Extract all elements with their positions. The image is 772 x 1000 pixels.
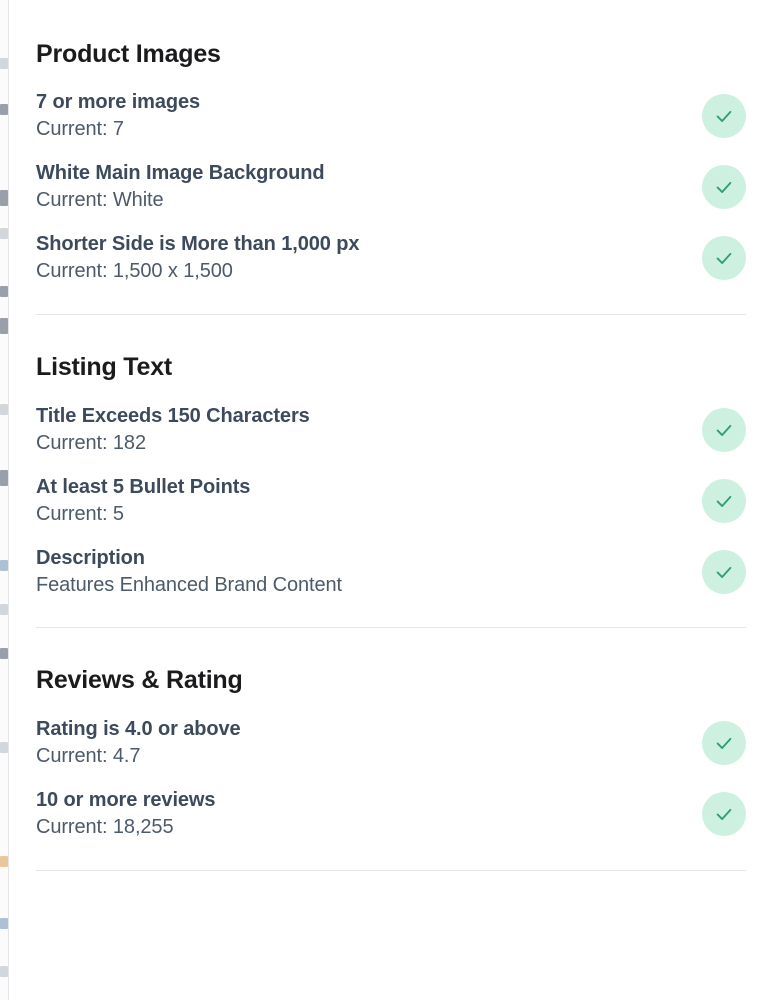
clipped-adjacent-panel (0, 0, 9, 1000)
status-badge-pass (702, 236, 746, 280)
rule-title: Title Exceeds 150 Characters (36, 405, 310, 427)
section-divider (36, 870, 746, 871)
rule-current: Current: 182 (36, 432, 146, 454)
rule-text: At least 5 Bullet Points Current: 5 (36, 474, 250, 528)
rule-title: 10 or more reviews (36, 789, 216, 811)
checklist-rule[interactable]: Shorter Side is More than 1,000 px Curre… (36, 231, 746, 285)
rule-current: Current: 18,255 (36, 816, 174, 838)
rule-text: Shorter Side is More than 1,000 px Curre… (36, 231, 359, 285)
checklist-rule[interactable]: Rating is 4.0 or above Current: 4.7 (36, 716, 746, 770)
rule-current: Current: 4.7 (36, 745, 141, 767)
rule-title: 7 or more images (36, 91, 201, 113)
status-badge-pass (702, 165, 746, 209)
rule-title: Description (36, 547, 145, 569)
check-icon (716, 808, 732, 820)
status-badge-pass (702, 792, 746, 836)
checklist-rule[interactable]: 10 or more reviews Current: 18,255 (36, 787, 746, 841)
section-heading: Reviews & Rating (36, 666, 243, 694)
check-icon (716, 252, 732, 264)
section-heading: Product Images (36, 40, 221, 68)
rule-text: Title Exceeds 150 Characters Current: 18… (36, 403, 310, 457)
rule-current: Current: 1,500 x 1,500 (36, 260, 233, 282)
rule-text: Rating is 4.0 or above Current: 4.7 (36, 716, 241, 770)
rule-title: At least 5 Bullet Points (36, 476, 251, 498)
status-badge-pass (702, 94, 746, 138)
checklist-rule[interactable]: Title Exceeds 150 Characters Current: 18… (36, 403, 746, 457)
rule-title: Rating is 4.0 or above (36, 718, 241, 740)
check-icon (716, 566, 732, 578)
check-icon (716, 737, 732, 749)
status-badge-pass (702, 408, 746, 452)
rule-title: White Main Image Background (36, 162, 325, 184)
check-icon (716, 110, 732, 122)
section-heading: Listing Text (36, 353, 173, 381)
rule-text: 10 or more reviews Current: 18,255 (36, 787, 216, 841)
status-badge-pass (702, 479, 746, 523)
section-product-images: Product Images 7 or more images Current:… (36, 0, 746, 285)
rule-current: Current: White (36, 189, 164, 211)
rule-current: Features Enhanced Brand Content (36, 574, 342, 596)
status-badge-pass (702, 721, 746, 765)
checklist-rule[interactable]: White Main Image Background Current: Whi… (36, 160, 746, 214)
rule-title: Shorter Side is More than 1,000 px (36, 233, 360, 255)
checklist-rule[interactable]: Description Features Enhanced Brand Cont… (36, 545, 746, 599)
rule-current: Current: 7 (36, 118, 124, 140)
rule-text: White Main Image Background Current: Whi… (36, 160, 325, 214)
check-icon (716, 495, 732, 507)
listing-quality-checklist-card: Product Images 7 or more images Current:… (10, 0, 772, 1000)
section-listing-text: Listing Text Title Exceeds 150 Character… (36, 315, 746, 599)
section-reviews-rating: Reviews & Rating Rating is 4.0 or above … (36, 628, 746, 841)
checklist-rule[interactable]: 7 or more images Current: 7 (36, 89, 746, 143)
check-icon (716, 181, 732, 193)
rule-text: Description Features Enhanced Brand Cont… (36, 545, 342, 599)
checklist-rule[interactable]: At least 5 Bullet Points Current: 5 (36, 474, 746, 528)
rule-text: 7 or more images Current: 7 (36, 89, 200, 143)
check-icon (716, 424, 732, 436)
rule-current: Current: 5 (36, 503, 124, 525)
status-badge-pass (702, 550, 746, 594)
